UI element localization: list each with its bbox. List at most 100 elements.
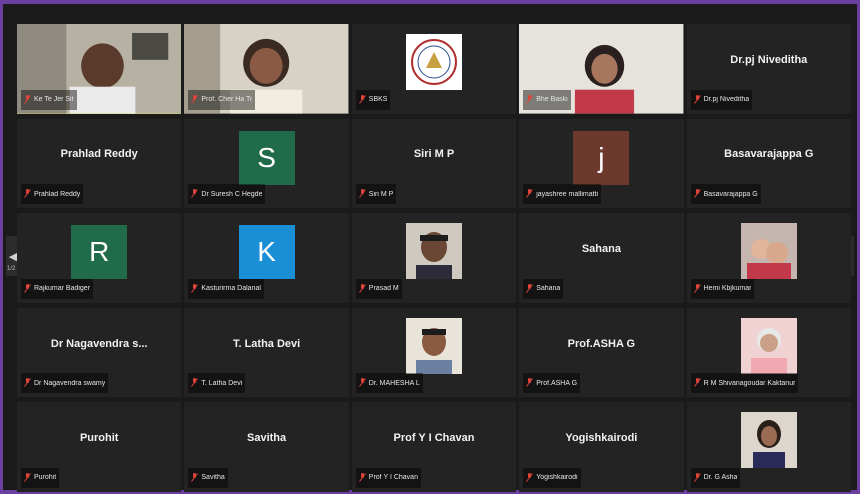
participant-name: Prof Y I Chavan xyxy=(368,474,418,482)
participant-tile[interactable]: R M Shivanagoudar Kaktanur xyxy=(686,307,851,398)
mic-muted-icon xyxy=(24,91,31,109)
participant-name: Rajkumar Badiger xyxy=(34,285,91,293)
mic-muted-icon xyxy=(693,185,701,203)
participant-name-label: Yogishkairodi xyxy=(523,467,581,488)
participant-name: Basavarajappa G xyxy=(703,190,758,198)
participant-name: SBKS xyxy=(368,96,388,104)
participant-tile[interactable]: R Rajkumar Badiger xyxy=(17,213,182,303)
participant-display-name: Savitha xyxy=(247,432,287,445)
participant-name: Siri M P xyxy=(368,190,394,198)
mic-muted-icon xyxy=(191,185,199,203)
mic-muted-icon xyxy=(24,374,31,392)
participant-name: Hemi Kbjkumar xyxy=(703,285,752,293)
participant-tile[interactable]: Prof Y I Chavan Prof Y I Chavan xyxy=(351,402,517,492)
participant-name-label: Prof Y I Chavan xyxy=(355,467,421,488)
page-indicator: 1/2 xyxy=(7,266,16,272)
participant-tile[interactable]: Bhe Baski xyxy=(519,24,684,114)
participant-name: jayashree mallimatti xyxy=(536,190,599,198)
participant-tile[interactable]: Prof. Cher Ha Tr xyxy=(184,24,349,114)
participant-name: Dr. MAHESHA L xyxy=(368,379,420,387)
participant-display-name: Dr Nagavendra s... xyxy=(50,337,148,350)
participant-tile[interactable]: S Dr Suresh C Hegde xyxy=(184,118,349,209)
profile-photo xyxy=(740,412,797,469)
participant-tile[interactable]: Dr Nagavendra s... Dr Nagavendra swamy xyxy=(17,307,182,398)
participant-name-label: Siri M P xyxy=(355,184,397,205)
profile-photo xyxy=(740,317,797,374)
mic-muted-icon xyxy=(24,469,31,487)
meeting-window: ◀ 1/2 ▶ Ke Te Jer Sit Prof. Cher Ha Tr S… xyxy=(0,0,860,494)
participant-tile[interactable]: Prahlad Reddy Prahlad Reddy xyxy=(17,118,182,209)
mic-muted-icon xyxy=(191,469,199,487)
participant-tile[interactable]: Dr. MAHESHA L xyxy=(351,307,517,398)
participant-tile[interactable]: Sahana Sahana xyxy=(519,213,684,303)
participant-tile[interactable]: SBKS xyxy=(351,24,517,114)
participant-name-label: Dr Suresh C Hegde xyxy=(188,184,266,205)
profile-photo xyxy=(405,317,462,374)
mic-muted-icon xyxy=(526,374,534,392)
participant-name: Prahlad Reddy xyxy=(34,190,81,198)
participant-display-name: T. Latha Devi xyxy=(232,337,301,350)
participant-tile[interactable]: Prof.ASHA G Prof.ASHA G xyxy=(519,307,684,398)
mic-muted-icon xyxy=(693,91,701,109)
participant-tile[interactable]: T. Latha Devi T. Latha Devi xyxy=(184,307,349,398)
profile-photo xyxy=(740,223,797,280)
participant-name-label: Basavarajappa G xyxy=(690,184,761,205)
participant-tile[interactable]: Dr.pj Niveditha Dr.pj Niveditha xyxy=(686,24,851,114)
participant-name: Prof.ASHA G xyxy=(536,379,578,387)
participant-name-label: SBKS xyxy=(355,89,391,110)
avatar-initial: j xyxy=(573,130,630,185)
mic-muted-icon xyxy=(358,185,366,203)
mic-muted-icon xyxy=(693,469,701,487)
participant-name-label: Rajkumar Badiger xyxy=(21,278,94,299)
participant-name: Ke Te Jer Sit xyxy=(34,96,74,104)
participant-name-label: Prasad M xyxy=(355,278,402,299)
participant-tile[interactable]: Dr. G Asha xyxy=(686,402,851,492)
profile-logo xyxy=(405,34,462,90)
participant-name: Kasturirma Dalanal xyxy=(201,285,261,293)
participant-tile[interactable]: Basavarajappa G Basavarajappa G xyxy=(686,118,851,209)
participant-name-label: Prof.ASHA G xyxy=(523,373,581,394)
mic-muted-icon xyxy=(693,374,701,392)
participant-name-label: Bhe Baski xyxy=(523,89,571,110)
participant-tile[interactable]: Ke Te Jer Sit xyxy=(17,24,182,114)
participant-name: Prof. Cher Ha Tr xyxy=(201,96,253,104)
participant-name: Prasad M xyxy=(368,285,399,293)
participant-name: Bhe Baski xyxy=(536,96,568,104)
participant-name-label: Hemi Kbjkumar xyxy=(690,278,755,299)
participant-tile[interactable]: Prasad M xyxy=(351,213,517,303)
participant-name: Yogishkairodi xyxy=(536,474,578,482)
participant-display-name: Siri M P xyxy=(413,148,455,161)
avatar-initial: S xyxy=(238,130,295,185)
participant-display-name: Basavarajappa G xyxy=(724,148,814,161)
participant-display-name: Yogishkairodi xyxy=(565,432,638,445)
participant-name: Dr Nagavendra swamy xyxy=(34,379,106,387)
participant-tile[interactable]: K Kasturirma Dalanal xyxy=(184,213,349,303)
participant-tile[interactable]: Siri M P Siri M P xyxy=(351,118,517,209)
participant-display-name: Purohit xyxy=(79,432,119,445)
participant-tile[interactable]: Yogishkairodi Yogishkairodi xyxy=(519,402,684,492)
participant-tile[interactable]: Savitha Savitha xyxy=(184,402,349,492)
participant-display-name: Prahlad Reddy xyxy=(60,148,138,161)
participant-display-name: Prof Y I Chavan xyxy=(393,432,475,445)
avatar-initial: R xyxy=(71,225,128,280)
mic-muted-icon xyxy=(358,469,366,487)
participant-tile[interactable]: j jayashree mallimatti xyxy=(519,118,684,209)
participant-name-label: Kasturirma Dalanal xyxy=(188,278,264,299)
participant-name: T. Latha Devi xyxy=(201,379,243,387)
mic-muted-icon xyxy=(191,374,199,392)
participant-name-label: jayashree mallimatti xyxy=(523,184,602,205)
participant-tile[interactable]: Hemi Kbjkumar xyxy=(686,213,851,303)
participant-name: Sahana xyxy=(536,285,561,293)
participant-name-label: Sahana xyxy=(523,278,564,299)
participant-name-label: Dr Nagavendra swamy xyxy=(21,373,109,394)
participant-name: Dr. G Asha xyxy=(703,474,738,482)
participant-name-label: Prof. Cher Ha Tr xyxy=(188,89,256,110)
mic-muted-icon xyxy=(191,280,199,298)
participant-tile[interactable]: Purohit Purohit xyxy=(17,402,182,492)
participant-name: Dr Suresh C Hegde xyxy=(201,190,263,198)
profile-photo xyxy=(405,223,462,280)
mic-muted-icon xyxy=(693,280,701,298)
chevron-left-icon: ◀ xyxy=(8,250,18,263)
participant-name: R M Shivanagoudar Kaktanur xyxy=(703,379,796,387)
participant-name-label: Prahlad Reddy xyxy=(21,184,84,205)
